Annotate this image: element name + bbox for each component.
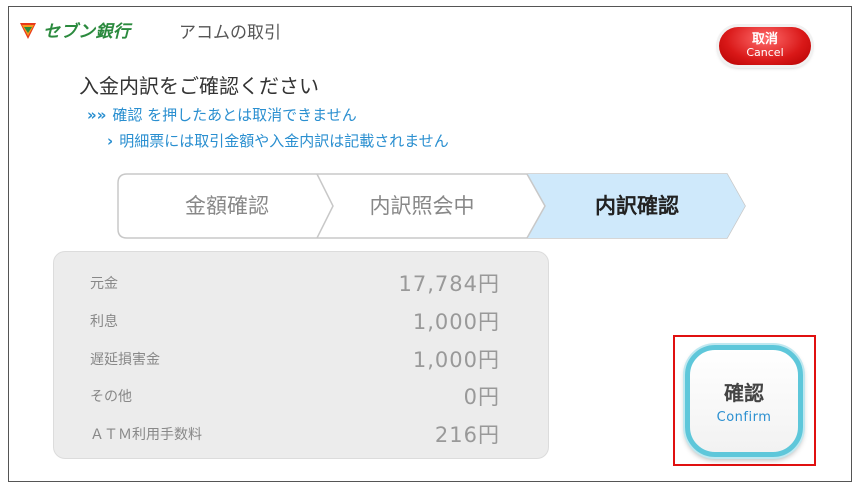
notice-statement-info: › 明細票には取引金額や入金内訳は記載されません — [107, 130, 449, 151]
breakdown-row-other: その他 0円 — [90, 379, 500, 413]
confirm-label-jp: 確認 — [724, 381, 764, 405]
breakdown-row-principal: 元金 17,784円 — [90, 266, 500, 300]
row-amount: 216円 — [434, 423, 500, 447]
row-amount: 0円 — [463, 385, 500, 409]
transaction-title: アコムの取引 — [179, 23, 281, 43]
chevron-right-icon: › — [107, 132, 114, 150]
breakdown-panel: 元金 17,784円 利息 1,000円 遅延損害金 1,000円 その他 0円… — [53, 251, 549, 459]
confirm-button[interactable]: 確認 Confirm — [685, 345, 803, 457]
double-chevron-right-icon: »» — [87, 106, 107, 124]
row-amount: 1,000円 — [412, 310, 500, 334]
step-amount-check: 金額確認 — [185, 194, 269, 218]
notice-text: 確認 を押したあとは取消できません — [112, 106, 357, 124]
breakdown-row-interest: 利息 1,000円 — [90, 304, 500, 338]
cancel-button[interactable]: 取消 Cancel — [719, 27, 811, 65]
row-label: その他 — [90, 389, 132, 405]
confirm-label-en: Confirm — [716, 410, 772, 425]
cancel-label-jp: 取消 — [751, 32, 778, 48]
atm-screen: セブン銀行 アコムの取引 取消 Cancel 入金内訳をご確認ください »» 確認… — [8, 6, 852, 482]
brand-name: セブン銀行 — [43, 22, 131, 42]
cancel-label-en: Cancel — [746, 46, 784, 60]
row-amount: 1,000円 — [412, 348, 500, 372]
notice-text: 明細票には取引金額や入金内訳は記載されません — [119, 132, 449, 150]
seven-logo-icon — [17, 19, 39, 41]
breakdown-row-late-fee: 遅延損害金 1,000円 — [90, 342, 500, 376]
row-label: ＡＴＭ利用手数料 — [90, 427, 202, 443]
row-label: 利息 — [90, 314, 118, 330]
row-amount: 17,784円 — [398, 272, 500, 296]
progress-steps: 金額確認 内訳照会中 内訳確認 — [117, 173, 747, 239]
row-label: 遅延損害金 — [90, 352, 160, 368]
page-title: 入金内訳をご確認ください — [79, 74, 319, 98]
step-breakdown-confirm-active: 内訳確認 — [595, 194, 679, 218]
breakdown-row-atm-fee: ＡＴＭ利用手数料 216円 — [90, 417, 500, 451]
step-inquiry: 内訳照会中 — [369, 194, 475, 218]
bank-logo: セブン銀行 — [17, 17, 131, 42]
notice-cancel-warning: »» 確認 を押したあとは取消できません — [87, 104, 357, 125]
row-label: 元金 — [90, 276, 118, 292]
